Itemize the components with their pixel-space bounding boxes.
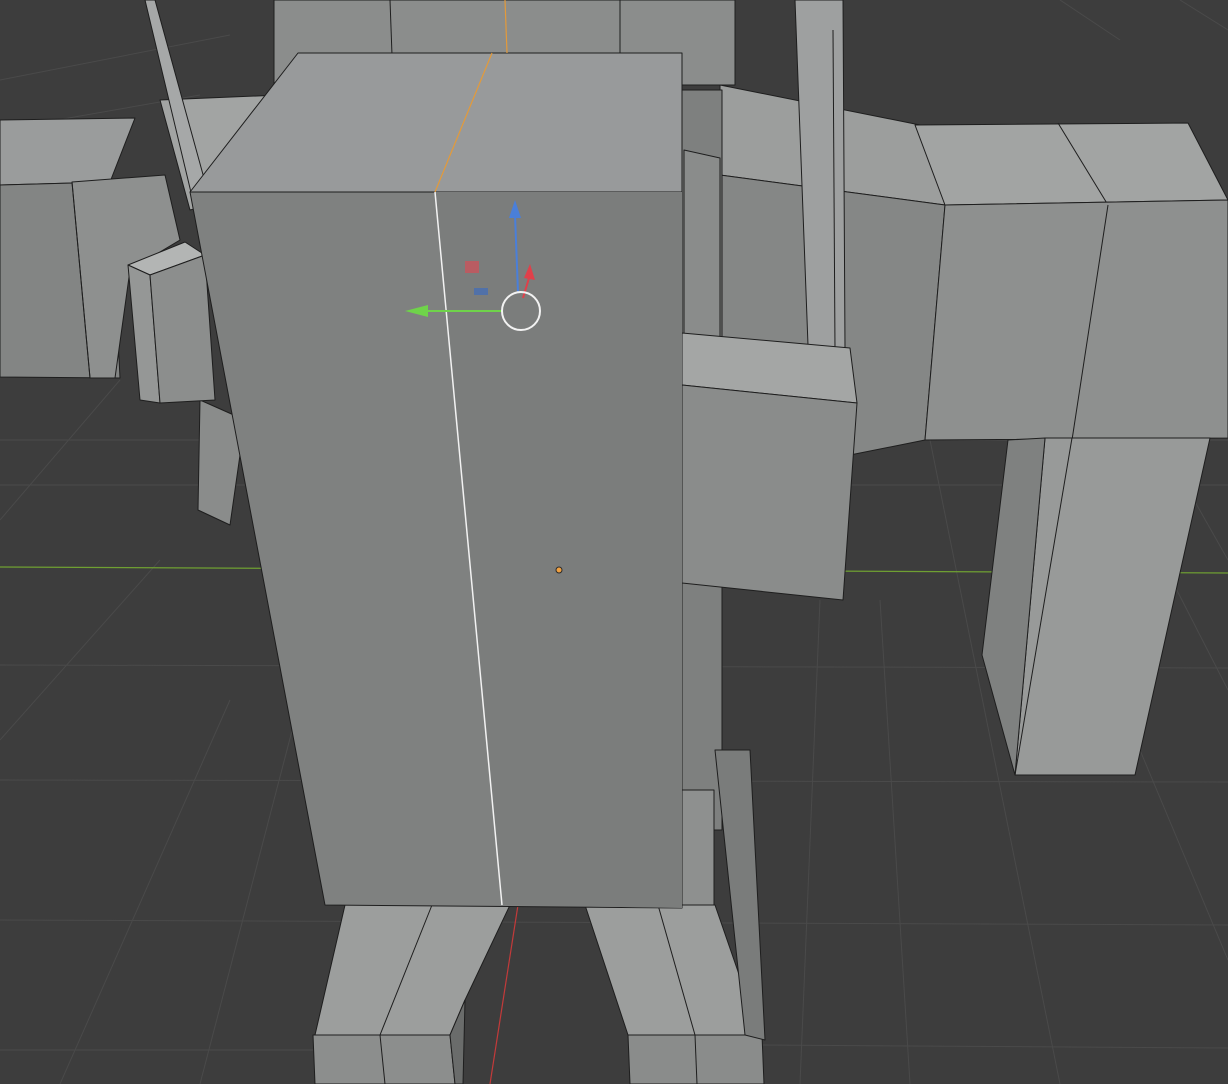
torso-side-panel[interactable]	[683, 149, 721, 341]
right-hand-front[interactable]	[681, 384, 858, 601]
3d-viewport[interactable]	[0, 0, 1228, 1084]
right-arm-block-top[interactable]	[914, 122, 1228, 206]
origin-point-icon	[555, 566, 563, 574]
yz-plane-handle[interactable]	[474, 288, 488, 295]
xz-plane-handle[interactable]	[465, 261, 479, 273]
right-leg-column[interactable]	[681, 789, 715, 906]
left-hand-side[interactable]	[149, 254, 216, 404]
right-arm-block-front[interactable]	[924, 199, 1228, 441]
